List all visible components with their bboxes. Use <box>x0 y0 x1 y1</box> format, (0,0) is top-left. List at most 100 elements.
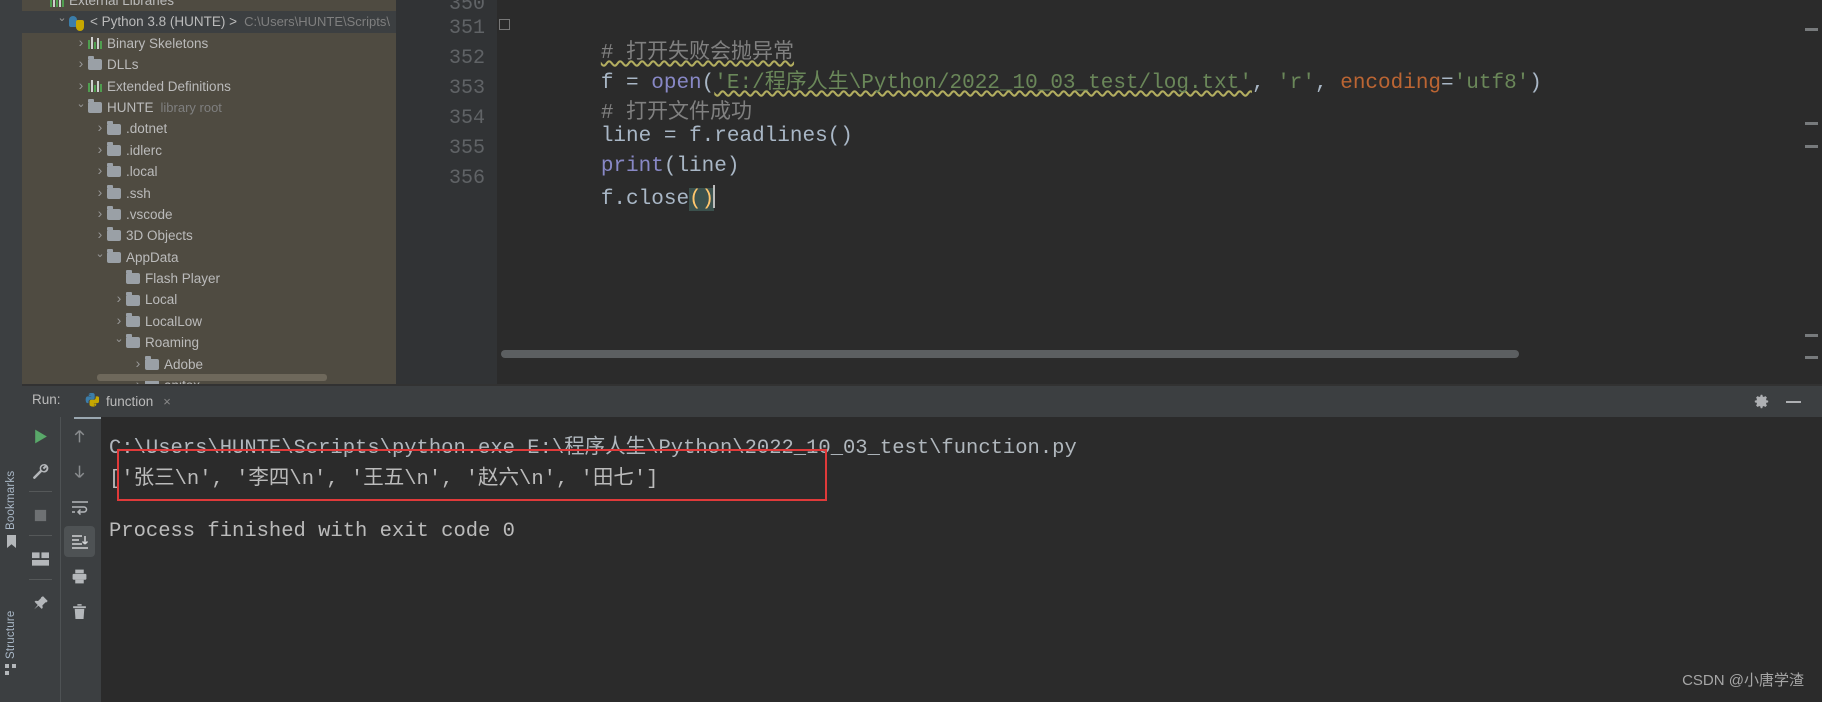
minimize-icon[interactable] <box>1785 393 1802 410</box>
close-icon[interactable]: × <box>163 394 171 409</box>
structure-icon <box>5 664 17 676</box>
folder-icon <box>126 313 140 328</box>
tree-item-extended-definitions[interactable]: Extended Definitions <box>22 76 396 97</box>
sidebar-tab-structure[interactable]: Structure <box>0 556 22 676</box>
code-editor[interactable]: 350 351 352 353 354 355 356 # 打开失败会抛异常 f… <box>396 0 1822 386</box>
rerun-button[interactable] <box>25 421 56 452</box>
chevron-right-icon[interactable] <box>93 224 107 247</box>
folder-icon <box>107 163 121 178</box>
tree-item-adobe[interactable]: Adobe <box>22 354 396 375</box>
editor-gutter[interactable]: 350 351 352 353 354 355 356 <box>396 0 497 386</box>
console-status-line: Process finished with exit code 0 <box>109 520 515 543</box>
folder-icon <box>107 141 121 156</box>
tab-function[interactable]: function × <box>74 386 181 419</box>
python-icon <box>84 392 100 412</box>
chevron-down-icon[interactable] <box>112 332 126 353</box>
tree-item-label: .idlerc <box>126 142 163 158</box>
stop-button[interactable] <box>25 500 56 531</box>
tab-title-label: function <box>106 394 154 409</box>
line-number: 350 <box>448 0 485 16</box>
library-bars-icon <box>50 0 64 7</box>
soft-wrap-button[interactable] <box>64 491 95 522</box>
line-number: 354 <box>448 107 485 130</box>
editor-scroll-marker[interactable] <box>1805 122 1818 125</box>
project-tree-panel[interactable]: External Libraries < Python 3.8 (HUNTE) >… <box>22 0 396 386</box>
tree-item-dotnet[interactable]: .dotnet <box>22 118 396 139</box>
folder-icon <box>107 227 121 242</box>
editor-scroll-marker[interactable] <box>1805 356 1818 359</box>
line-number: 352 <box>448 47 485 70</box>
tree-item-idlerc[interactable]: .idlerc <box>22 140 396 161</box>
library-bars-icon <box>88 80 102 93</box>
editor-code-area[interactable]: # 打开失败会抛异常 f = open('E:/程序人生\Python/2022… <box>500 0 1804 386</box>
chevron-down-icon[interactable] <box>74 97 88 118</box>
tree-item-dlls[interactable]: DLLs <box>22 54 396 75</box>
editor-scroll-marker[interactable] <box>1805 145 1818 148</box>
tree-item-label: Flash Player <box>145 271 221 287</box>
print-button[interactable] <box>64 561 95 592</box>
chevron-right-icon[interactable] <box>131 353 145 376</box>
library-bars-icon <box>88 37 102 50</box>
tree-item-label: Extended Definitions <box>107 78 231 94</box>
code-mode-string: 'r' <box>1277 72 1315 95</box>
chevron-right-icon[interactable] <box>112 310 126 333</box>
code-close-parens: () <box>689 188 715 211</box>
tree-item-external-libraries[interactable]: External Libraries <box>22 0 396 11</box>
clear-all-button[interactable] <box>64 596 95 627</box>
tree-item-label: DLLs <box>107 57 139 73</box>
sidebar-tab-bookmarks[interactable]: Bookmarks <box>0 428 22 548</box>
tree-item-label: Roaming <box>145 335 200 351</box>
up-stack-trace-button[interactable] <box>64 421 95 452</box>
run-console-output[interactable]: C:\Users\HUNTE\Scripts\python.exe E:\程序人… <box>101 417 1822 702</box>
editor-horizontal-scrollbar[interactable] <box>501 350 1519 358</box>
folder-icon <box>126 291 140 306</box>
chevron-right-icon[interactable] <box>112 288 126 311</box>
tree-item-local[interactable]: .local <box>22 161 396 182</box>
chevron-right-icon[interactable] <box>93 203 107 226</box>
chevron-right-icon[interactable] <box>74 53 88 76</box>
line-number: 351 <box>448 17 485 40</box>
tree-item-vscode[interactable]: .vscode <box>22 204 396 225</box>
code-close-call: f.close <box>600 188 690 211</box>
python-icon <box>69 15 84 31</box>
tree-item-flash-player[interactable]: Flash Player <box>22 268 396 289</box>
tree-item-local[interactable]: Local <box>22 289 396 310</box>
folder-icon <box>107 120 121 135</box>
layout-button[interactable] <box>25 544 56 575</box>
chevron-down-icon[interactable] <box>93 247 107 268</box>
tree-item-label: .vscode <box>126 206 173 222</box>
project-tree-rows: External Libraries < Python 3.8 (HUNTE) >… <box>22 0 396 386</box>
chevron-right-icon[interactable] <box>93 160 107 183</box>
run-tool-window: Run: function × C:\Users\HUNTE\Scripts\p… <box>22 386 1822 702</box>
tree-item-ssh[interactable]: .ssh <box>22 183 396 204</box>
editor-scroll-marker[interactable] <box>1805 28 1818 31</box>
edit-configurations-button[interactable] <box>25 456 56 487</box>
folder-icon <box>107 248 121 263</box>
chevron-right-icon[interactable] <box>74 32 88 55</box>
toolbar-separator <box>29 535 52 536</box>
chevron-right-icon[interactable] <box>93 182 107 205</box>
tree-item-sublabel: library root <box>160 99 222 115</box>
console-output-line: ['张三\n', '李四\n', '王五\n', '赵六\n', '田七'] <box>109 468 659 491</box>
pin-tab-button[interactable] <box>25 588 56 619</box>
tree-item-label: .local <box>126 164 158 180</box>
tree-item-roaming[interactable]: Roaming <box>22 332 396 353</box>
tree-item-hunte[interactable]: HUNTE library root <box>22 97 396 118</box>
gear-icon[interactable] <box>1753 393 1770 410</box>
watermark-label: CSDN @小唐学渣 <box>1682 672 1804 689</box>
chevron-right-icon[interactable] <box>74 75 88 98</box>
tree-item-appdata[interactable]: AppData <box>22 247 396 268</box>
tree-horizontal-scrollbar[interactable] <box>97 374 327 381</box>
chevron-right-icon[interactable] <box>93 139 107 162</box>
scroll-to-end-button[interactable] <box>64 526 95 557</box>
chevron-down-icon[interactable] <box>55 11 69 32</box>
tree-item-python-3-8-hunte[interactable]: < Python 3.8 (HUNTE) > C:\Users\HUNTE\Scr… <box>22 11 396 33</box>
tree-item-3d-objects[interactable]: 3D Objects <box>22 225 396 246</box>
chevron-right-icon[interactable] <box>93 117 107 140</box>
tree-item-label: HUNTE <box>107 99 154 115</box>
run-toolbar-left <box>22 417 59 702</box>
tree-item-binary-skeletons[interactable]: Binary Skeletons <box>22 33 396 54</box>
tree-item-locallow[interactable]: LocalLow <box>22 311 396 332</box>
down-stack-trace-button[interactable] <box>64 456 95 487</box>
editor-scroll-marker[interactable] <box>1805 334 1818 337</box>
